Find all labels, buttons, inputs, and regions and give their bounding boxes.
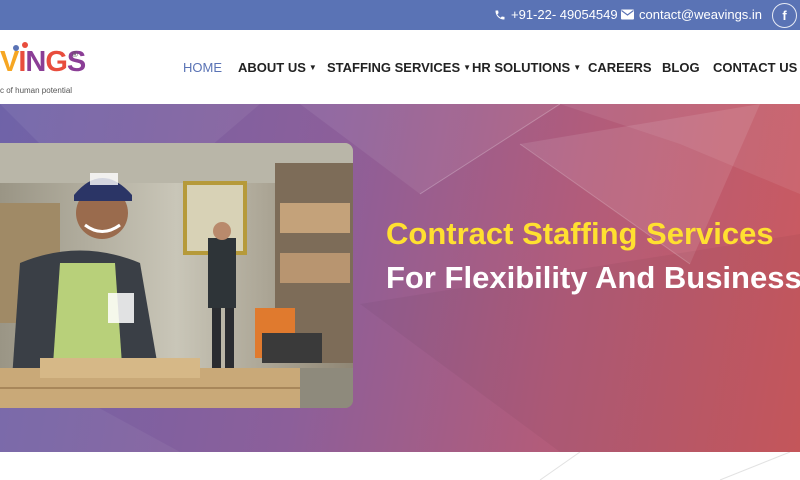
decorative-lines bbox=[539, 452, 791, 480]
phone-contact[interactable]: +91-22- 49054549 bbox=[494, 7, 618, 22]
nav-blog[interactable]: BLOG bbox=[662, 60, 700, 75]
nav-home[interactable]: HOME bbox=[183, 60, 222, 75]
main-nav: HOME ABOUT US ▼ STAFFING SERVICES ▼ HR S… bbox=[0, 30, 800, 104]
top-bar: +91-22- 49054549 contact@weavings.in f bbox=[0, 0, 800, 30]
caret-down-icon: ▼ bbox=[308, 63, 317, 72]
content-area-top bbox=[0, 452, 800, 480]
nav-about-us-label: ABOUT US bbox=[238, 60, 306, 75]
email-contact[interactable]: contact@weavings.in bbox=[621, 7, 762, 22]
hero-headline-highlight: Contract Staffing Services bbox=[386, 216, 774, 251]
hero-photo bbox=[0, 143, 353, 408]
warehouse-worker-illustration bbox=[0, 143, 353, 408]
facebook-letter: f bbox=[782, 8, 787, 23]
nav-staffing-services[interactable]: STAFFING SERVICES ▼ bbox=[327, 60, 471, 75]
nav-careers-label: CAREERS bbox=[588, 60, 652, 75]
nav-staffing-services-label: STAFFING SERVICES bbox=[327, 60, 461, 75]
phone-number: +91-22- 49054549 bbox=[511, 7, 618, 22]
facebook-icon[interactable]: f bbox=[772, 3, 797, 28]
nav-hr-solutions[interactable]: HR SOLUTIONS ▼ bbox=[472, 60, 581, 75]
nav-careers[interactable]: CAREERS bbox=[588, 60, 652, 75]
nav-home-label: HOME bbox=[183, 60, 222, 75]
hero-banner: Contract Staffing Services For Flexibili… bbox=[0, 104, 800, 452]
site-header: VINGS ® c of human potential HOME ABOUT … bbox=[0, 30, 800, 104]
nav-blog-label: BLOG bbox=[662, 60, 700, 75]
caret-down-icon: ▼ bbox=[573, 63, 582, 72]
nav-contact-us-label: CONTACT US bbox=[713, 60, 798, 75]
nav-contact-us[interactable]: CONTACT US bbox=[713, 60, 797, 75]
hero-headline-rest: For Flexibility And Business G bbox=[386, 260, 800, 295]
email-address: contact@weavings.in bbox=[639, 7, 763, 22]
envelope-icon bbox=[621, 9, 634, 20]
phone-icon bbox=[495, 10, 505, 19]
nav-about-us[interactable]: ABOUT US ▼ bbox=[238, 60, 317, 75]
nav-hr-solutions-label: HR SOLUTIONS bbox=[472, 60, 571, 75]
caret-down-icon: ▼ bbox=[463, 63, 472, 72]
